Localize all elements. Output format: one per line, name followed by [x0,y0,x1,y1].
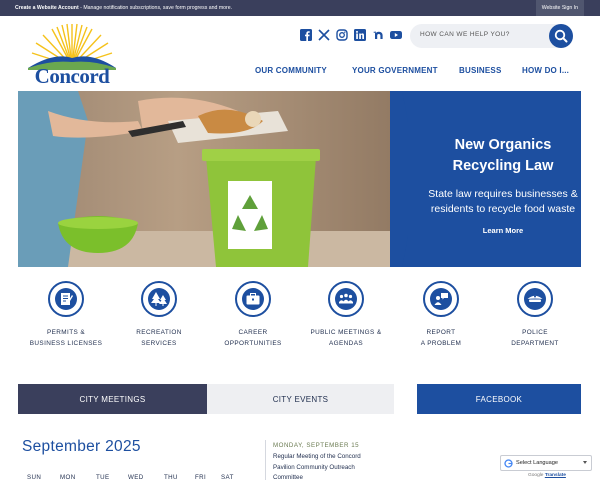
quick-link-label-line2: A PROBLEM [420,340,462,347]
sunrise-icon [28,23,116,70]
quick-link-careers[interactable]: CAREER OPPORTUNITIES [207,281,299,349]
nav-our-community[interactable]: OUR COMMUNITY [255,66,327,75]
logo-wordmark: Concord [34,64,110,88]
hero-title: New Organics Recycling Law [413,135,581,177]
event-title-link[interactable]: Regular Meeting of the Concord Pavilion … [273,452,381,484]
powered-by-brand: Google [528,473,544,478]
facebook-icon[interactable] [300,28,312,41]
nav-business[interactable]: BUSINESS [459,66,502,75]
powered-by-google: Google Translate [528,473,566,478]
nav-how-do-i[interactable]: HOW DO I... [522,66,569,75]
report-icon [423,281,459,317]
chevron-down-icon [583,461,587,464]
quick-link-label-line1: REPORT [426,329,456,336]
briefcase-icon [235,281,271,317]
quick-link-report-problem[interactable]: REPORT A PROBLEM [395,281,487,349]
instagram-icon[interactable] [336,28,348,41]
permit-icon [48,281,84,317]
hero-panel-curve [402,91,408,267]
tab-city-events[interactable]: CITY EVENTS [207,384,394,414]
meeting-icon [328,281,364,317]
language-select-label: Select Language [516,460,558,466]
quick-link-public-meetings[interactable]: PUBLIC MEETINGS & AGENDAS [300,281,392,349]
quick-link-label-line1: CAREER [238,329,268,336]
search-input[interactable] [420,31,540,38]
google-icon [504,459,513,468]
quick-link-permits[interactable]: PERMITS & BUSINESS LICENSES [20,281,112,349]
quick-link-recreation[interactable]: RECREATION SERVICES [113,281,205,349]
quick-link-label-line1: RECREATION [136,329,182,336]
tab-facebook[interactable]: FACEBOOK [417,384,581,414]
search-button[interactable] [549,24,573,48]
quick-link-label-line2: AGENDAS [328,340,364,347]
translate-link[interactable]: Translate [545,473,566,478]
hero-subtitle-line2: residents to recycle food waste [430,203,576,215]
quick-link-label-line1: PERMITS & [46,329,86,336]
quick-link-police[interactable]: POLICE DEPARTMENT [489,281,581,349]
social-links [300,28,402,41]
quick-link-label-line1: POLICE [522,329,548,336]
event-date: MONDAY, SEPTEMBER 15 [273,442,360,449]
create-account-link[interactable]: Create a Website Account [15,5,79,11]
x-icon[interactable] [318,28,330,41]
hero-subtitle: State law requires businesses & resident… [413,187,581,217]
quick-link-label-line2: SERVICES [141,340,177,347]
quick-link-label-line2: OPPORTUNITIES [224,340,282,347]
language-select[interactable]: Select Language [500,455,592,471]
quick-link-label-line1: PUBLIC MEETINGS & [310,329,382,336]
hero-subtitle-line1: State law requires businesses & [428,188,578,200]
hero-title-line2: Recycling Law [452,158,554,174]
linkedin-icon[interactable] [354,28,366,41]
event-divider [265,440,266,480]
site-search [410,24,573,48]
create-account-notice[interactable]: Create a Website Account - Manage notifi… [15,5,232,11]
police-icon [517,281,553,317]
top-utility-bar: Create a Website Account - Manage notifi… [0,0,600,16]
hero-title-line1: New Organics [454,137,552,153]
calendar-month-title: September 2025 [22,438,141,455]
youtube-icon[interactable] [390,28,402,40]
quick-link-label-line2: BUSINESS LICENSES [29,340,103,347]
tab-city-meetings[interactable]: CITY MEETINGS [18,384,207,414]
nextdoor-icon[interactable] [372,28,384,40]
nav-your-government[interactable]: YOUR GOVERNMENT [352,66,438,75]
hero-learn-more-link[interactable]: Learn More [413,226,581,235]
website-sign-in-button[interactable]: Website Sign In [535,0,584,16]
search-icon [554,29,568,43]
create-account-description: - Manage notification subscriptions, sav… [78,5,233,11]
trees-icon [141,281,177,317]
hero-photo-illustration [18,91,320,267]
concord-logo[interactable]: Concord [24,22,120,88]
hero-banner[interactable]: New Organics Recycling Law State law req… [18,91,581,267]
hero-text-panel [390,91,581,267]
quick-link-label-line2: DEPARTMENT [511,340,559,347]
